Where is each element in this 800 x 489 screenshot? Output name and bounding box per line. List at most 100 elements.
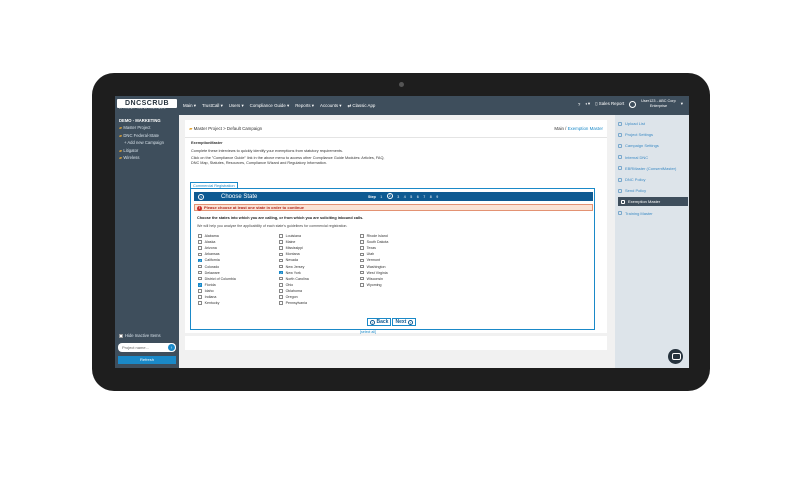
sidebar-item-litigator[interactable]: ▰ Litigator	[119, 147, 164, 155]
state-option[interactable]: Pennsylvania	[279, 301, 307, 305]
step-7[interactable]: 7	[423, 195, 425, 199]
step-9[interactable]: 9	[436, 195, 438, 199]
checkbox-checked[interactable]: ✓	[198, 283, 202, 287]
checkbox-checked[interactable]: ✓	[279, 270, 283, 275]
checkbox[interactable]	[198, 270, 202, 275]
state-option[interactable]: Montana	[279, 252, 300, 256]
state-option[interactable]: West Virginia	[360, 271, 388, 275]
menu-trustcall[interactable]: TrustCall ▾	[202, 103, 223, 109]
sidebar-item-master-project[interactable]: ▰ Master Project	[119, 124, 164, 132]
checkbox[interactable]	[198, 276, 202, 281]
rightbar-link[interactable]: Send Policy	[618, 186, 688, 195]
state-option[interactable]: Louisiana	[279, 234, 301, 238]
back-button[interactable]: ‹ Back	[367, 318, 392, 326]
logo[interactable]: DNCSCRUB	[117, 99, 177, 108]
state-option[interactable]: ✓ California	[198, 258, 220, 262]
help-icon[interactable]: ?	[578, 102, 580, 107]
state-option[interactable]: Wyoming	[360, 283, 382, 287]
checkbox[interactable]	[279, 240, 283, 244]
next-button[interactable]: Next ›	[392, 318, 416, 326]
theme-toggle-icon[interactable]: ◐▾	[585, 101, 590, 107]
checkbox[interactable]	[360, 276, 364, 281]
step-3[interactable]: 3	[397, 195, 399, 199]
checkbox[interactable]	[279, 258, 283, 263]
checkbox[interactable]	[279, 252, 283, 257]
checkbox[interactable]	[198, 234, 202, 238]
checkbox[interactable]	[279, 283, 283, 287]
rightbar-link[interactable]: Training Master	[618, 209, 688, 218]
breadcrumb-path[interactable]: Master Project > Default Campaign	[194, 126, 262, 131]
state-option[interactable]: Rhode Island	[360, 234, 388, 238]
user-avatar-icon[interactable]	[629, 100, 637, 108]
state-option[interactable]: Idaho	[198, 289, 214, 293]
project-name-input[interactable]: Project name... ↑	[118, 343, 176, 352]
checkbox[interactable]	[360, 234, 364, 238]
checkbox[interactable]	[360, 240, 364, 244]
state-option[interactable]: District of Columbia	[198, 277, 236, 281]
checkbox[interactable]	[279, 289, 283, 293]
state-option[interactable]: Delaware	[198, 271, 220, 275]
sidebar-item-add-campaign[interactable]: + Add new Campaign	[119, 139, 164, 147]
checkbox[interactable]	[279, 276, 283, 281]
state-option[interactable]: Maine	[279, 240, 295, 244]
rightbar-link[interactable]: EBRMaster (ConsentMaster)	[618, 164, 688, 173]
state-option[interactable]: Wisconsin	[360, 277, 383, 281]
state-option[interactable]: Oregon	[279, 295, 298, 299]
checkbox[interactable]	[198, 301, 202, 305]
step-4[interactable]: 4	[404, 195, 406, 199]
user-menu[interactable]: User123 - ABC Corp Enterprise	[641, 99, 676, 109]
rightbar-link[interactable]: Project Settings	[618, 130, 688, 139]
checkbox[interactable]	[279, 264, 283, 269]
hide-inactive-checkbox[interactable]	[119, 333, 123, 338]
checkbox[interactable]	[360, 258, 364, 263]
checkbox[interactable]	[279, 295, 283, 299]
state-option[interactable]: Alabama	[198, 234, 219, 238]
rightbar-link[interactable]: DNC Policy	[618, 175, 688, 184]
state-option[interactable]: Alaska	[198, 240, 215, 244]
user-chevron-icon[interactable]: ▾	[681, 101, 683, 107]
rightbar-link[interactable]: Internal DNC	[618, 153, 688, 162]
checkbox[interactable]	[279, 246, 283, 250]
checkbox[interactable]	[198, 289, 202, 293]
menu-accounts[interactable]: Accounts ▾	[320, 103, 341, 109]
rightbar-link[interactable]: Upload List	[618, 119, 688, 128]
state-option[interactable]: Washington	[360, 265, 385, 269]
refresh-button[interactable]: Refresh	[118, 356, 176, 364]
state-option[interactable]: Oklahoma	[279, 289, 302, 293]
checkbox[interactable]	[360, 246, 364, 250]
chat-icon[interactable]	[668, 349, 683, 364]
select-all-link[interactable]: [select all]	[360, 330, 376, 334]
step-5[interactable]: 5	[410, 195, 412, 199]
checkbox[interactable]	[360, 264, 364, 269]
menu-compliance-guide[interactable]: Compliance Guide ▾	[250, 103, 290, 109]
state-option[interactable]: Arizona	[198, 246, 217, 250]
checkbox[interactable]	[198, 240, 202, 244]
state-option[interactable]: Indiana	[198, 295, 216, 299]
menu-classic-app[interactable]: ⇄ Classic App	[348, 103, 376, 109]
checkbox[interactable]	[360, 252, 364, 257]
menu-users[interactable]: Users ▾	[229, 103, 244, 109]
sales-report-link[interactable]: ▯ Sales Report	[595, 101, 624, 107]
menu-main[interactable]: Main ▾	[183, 103, 196, 109]
checkbox[interactable]	[360, 283, 364, 287]
state-option[interactable]: ✓ Florida	[198, 283, 216, 287]
sidebar-item-wireless[interactable]: ▰ Wireless	[119, 154, 164, 162]
checkbox[interactable]	[360, 270, 364, 275]
checkbox[interactable]	[198, 264, 202, 269]
checkbox[interactable]	[279, 301, 283, 305]
sidebar-item-dnc-federal-state[interactable]: ▰ DNC Federal-State	[119, 132, 164, 140]
state-option[interactable]: Kentucky	[198, 301, 219, 305]
menu-reports[interactable]: Reports ▾	[295, 103, 314, 109]
checkbox[interactable]	[198, 246, 202, 250]
state-option[interactable]: Vermont	[360, 258, 380, 262]
checkbox[interactable]	[279, 234, 283, 238]
arrow-up-icon[interactable]: ↑	[168, 344, 175, 351]
hide-inactive-toggle[interactable]: Hide Inactive Items	[119, 333, 161, 338]
checkbox[interactable]	[198, 252, 202, 257]
step-6[interactable]: 6	[417, 195, 419, 199]
state-option[interactable]: Nevada	[279, 258, 298, 262]
checkbox-checked[interactable]: ✓	[198, 258, 202, 263]
state-option[interactable]: North Carolina	[279, 277, 309, 281]
checkbox[interactable]	[198, 295, 202, 299]
step-8[interactable]: 8	[430, 195, 432, 199]
